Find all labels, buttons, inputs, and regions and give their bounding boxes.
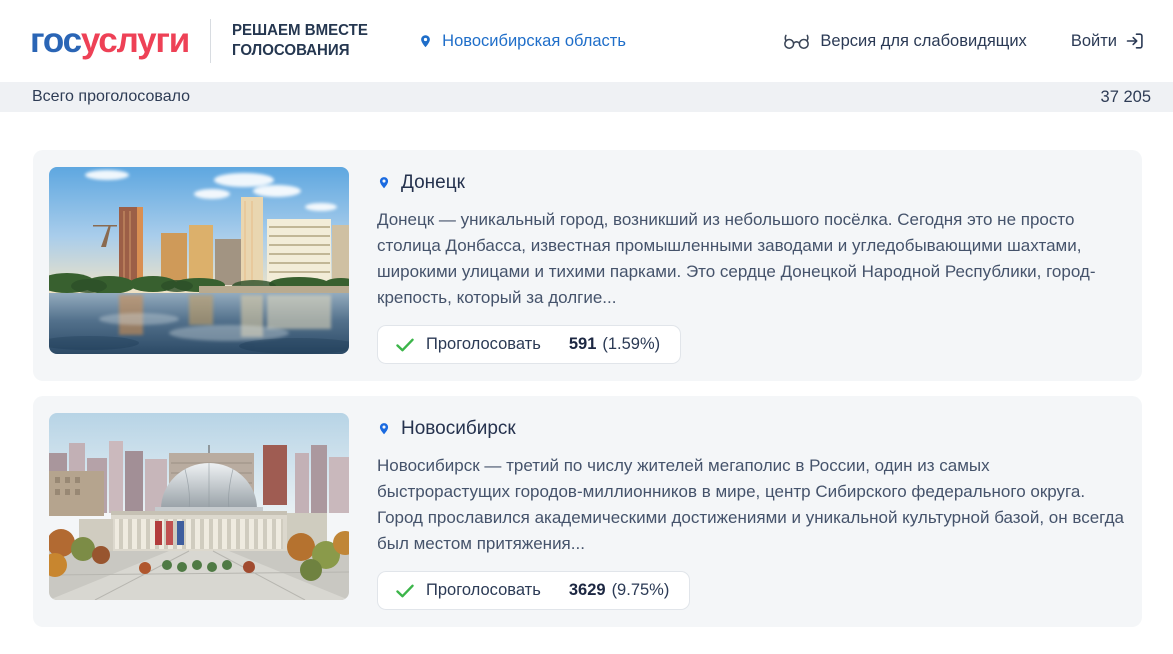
vote-percent: (9.75%) — [611, 581, 670, 599]
login-arrow-icon — [1125, 31, 1145, 51]
login-button[interactable]: Войти — [1071, 31, 1145, 51]
green-check-icon — [396, 338, 414, 352]
portal-title-line2: ГОЛОСОВАНИЯ — [232, 42, 350, 59]
vote-count: 3629 — [568, 581, 606, 599]
totals-value: 37 205 — [1100, 87, 1151, 106]
vote-button-donetsk[interactable]: Проголосовать 591 (1.59%) — [377, 325, 682, 364]
city-pin-icon — [377, 420, 391, 438]
vote-count: 591 — [568, 335, 597, 353]
login-label: Войти — [1070, 31, 1117, 50]
header-right-group: Версия для слабовидящих Войти — [783, 31, 1145, 51]
city-name: Новосибирск — [401, 418, 516, 439]
vote-percent: (1.59%) — [602, 335, 661, 353]
voting-card-novosibirsk: Новосибирск Новосибирск — третий по числ… — [33, 396, 1142, 627]
voting-options-list: Донецк Донецк — уникальный город, возник… — [0, 112, 1173, 654]
vote-label: Проголосовать — [426, 581, 541, 599]
accessibility-label: Версия для слабовидящих — [820, 31, 1027, 50]
region-label: Новосибирская область — [442, 31, 626, 50]
novosibirsk-photo[interactable] — [49, 413, 349, 600]
city-description: Донецк — уникальный город, возникший из … — [377, 210, 1096, 307]
region-selector[interactable]: Новосибирская область — [418, 32, 626, 51]
totals-bar: Всего проголосовало 37 205 — [0, 82, 1173, 112]
voting-card-donetsk: Донецк Донецк — уникальный город, возник… — [33, 150, 1142, 381]
logo-part-gos: гос — [30, 21, 82, 60]
portal-title[interactable]: РЕШАЕМ ВМЕСТЕ ГОЛОСОВАНИЯ — [232, 21, 368, 61]
card-body: Донецк Донецк — уникальный город, возник… — [377, 167, 1125, 364]
accessibility-version-link[interactable]: Версия для слабовидящих — [783, 31, 1027, 51]
city-description: Новосибирск — третий по числу жителей ме… — [377, 456, 1124, 553]
eyeglasses-icon — [783, 33, 810, 50]
city-title-novosibirsk[interactable]: Новосибирск — [377, 418, 1125, 440]
city-pin-icon — [377, 174, 391, 192]
vote-label: Проголосовать — [426, 335, 541, 353]
vote-button-novosibirsk[interactable]: Проголосовать 3629 (9.75%) — [377, 571, 691, 610]
donetsk-photo[interactable] — [49, 167, 349, 354]
city-title-donetsk[interactable]: Донецк — [377, 172, 1125, 194]
totals-label: Всего проголосовало — [32, 88, 191, 105]
header: госуслуги РЕШАЕМ ВМЕСТЕ ГОЛОСОВАНИЯ Ново… — [0, 0, 1173, 82]
city-name: Донецк — [401, 172, 465, 193]
logo-part-uslugi: услуги — [80, 21, 190, 60]
gosuslugi-logo[interactable]: госуслуги — [30, 21, 190, 61]
green-check-icon — [396, 584, 414, 598]
header-divider — [210, 19, 212, 63]
card-body: Новосибирск Новосибирск — третий по числ… — [377, 413, 1125, 610]
location-pin-icon — [418, 32, 433, 51]
portal-title-line1: РЕШАЕМ ВМЕСТЕ — [232, 22, 368, 40]
